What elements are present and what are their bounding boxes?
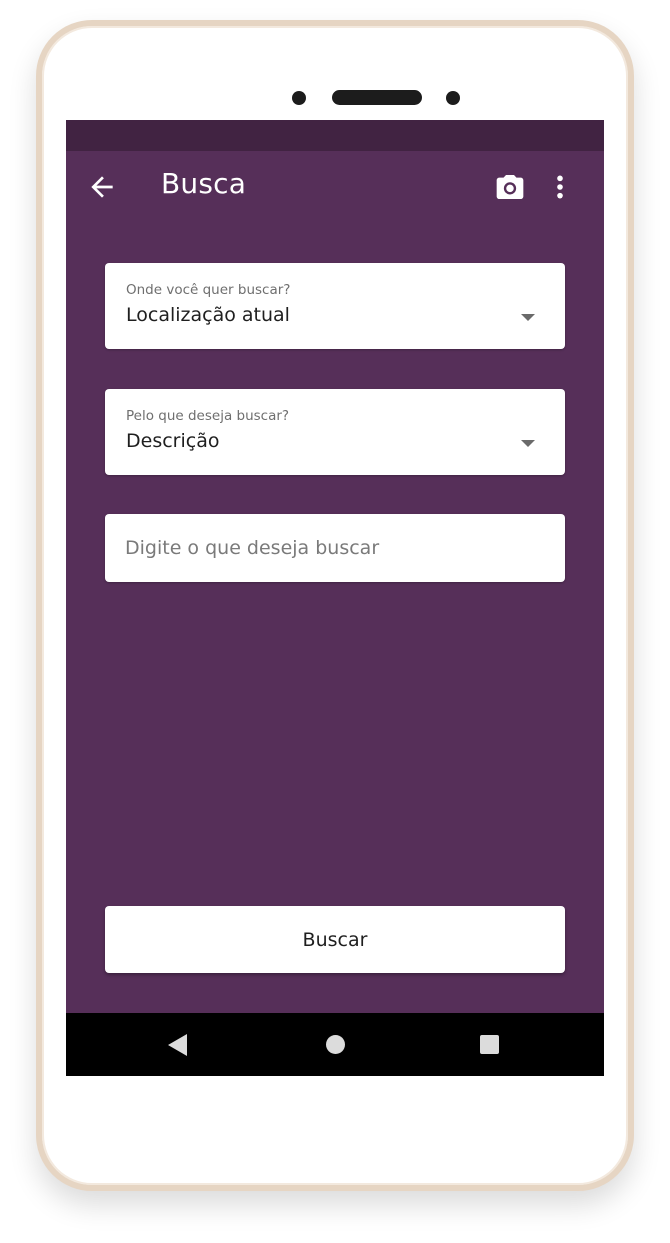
search-by-select-value: Descrição — [126, 430, 220, 452]
nav-recent-apps-icon[interactable] — [480, 1035, 499, 1054]
location-select[interactable]: Onde você quer buscar? Localização atual — [105, 263, 565, 349]
search-by-select[interactable]: Pelo que deseja buscar? Descrição — [105, 389, 565, 475]
search-query-field[interactable] — [105, 514, 565, 582]
system-navigation-bar — [66, 1013, 604, 1076]
proximity-sensor-dot-icon — [446, 91, 460, 105]
more-options-button[interactable] — [552, 171, 568, 203]
dropdown-arrow-icon — [521, 314, 535, 321]
search-button[interactable]: Buscar — [105, 906, 565, 973]
arrow-back-icon — [91, 176, 113, 198]
location-select-value: Localização atual — [126, 304, 290, 326]
app-bar: Busca — [66, 151, 604, 223]
search-query-input[interactable] — [125, 514, 545, 582]
camera-icon — [496, 175, 524, 199]
dropdown-arrow-icon — [521, 440, 535, 447]
earpiece-speaker-icon — [332, 90, 422, 105]
back-button[interactable] — [86, 171, 118, 203]
mockup-stage: Busca Onde você quer buscar? Localização… — [0, 0, 670, 1243]
nav-back-icon[interactable] — [168, 1034, 187, 1056]
search-by-select-label: Pelo que deseja buscar? — [126, 408, 290, 424]
more-vert-icon — [557, 175, 563, 199]
status-bar — [66, 120, 604, 151]
nav-home-icon[interactable] — [326, 1035, 345, 1054]
camera-button[interactable] — [494, 171, 526, 203]
front-camera-dot-icon — [292, 91, 306, 105]
location-select-label: Onde você quer buscar? — [126, 282, 291, 298]
page-title: Busca — [161, 167, 247, 200]
phone-screen: Busca Onde você quer buscar? Localização… — [66, 120, 604, 1076]
